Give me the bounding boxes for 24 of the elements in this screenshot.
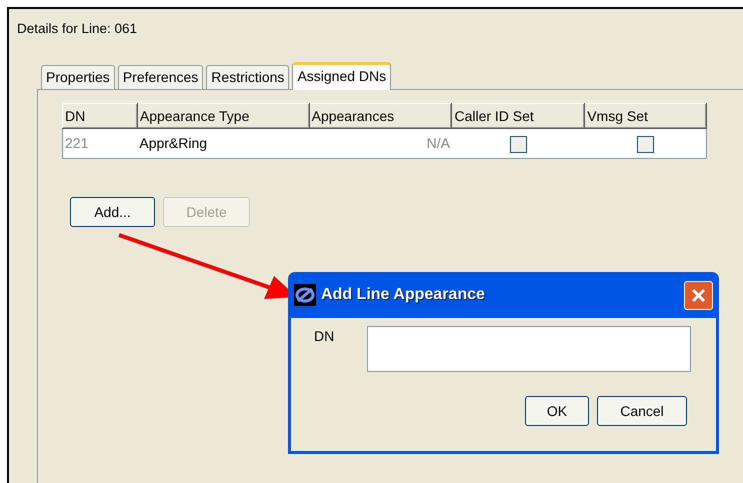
window-title: Details for Line: 061 <box>16 20 138 38</box>
tab[interactable]: Assigned DNs <box>292 62 392 90</box>
column-header[interactable]: Vmsg Set <box>584 104 706 129</box>
checkbox[interactable] <box>636 136 654 154</box>
field-label: DN <box>314 327 336 346</box>
action-button[interactable]: Add... <box>70 197 155 228</box>
table-cell: 221 <box>62 128 138 159</box>
dialog-button[interactable]: OK <box>525 396 589 426</box>
close-button[interactable] <box>684 280 713 310</box>
tab[interactable]: Properties <box>41 65 115 90</box>
close-icon <box>690 286 707 304</box>
column-header[interactable]: Appearance Type <box>137 104 310 129</box>
table-cell: N/A <box>309 128 452 159</box>
dialog-title: Add Line Appearance <box>321 285 486 305</box>
tab[interactable]: Restrictions <box>206 65 290 90</box>
app-icon <box>294 284 316 306</box>
column-header[interactable]: DN <box>62 104 138 129</box>
column-header[interactable]: Appearances <box>309 104 452 129</box>
table-cell: Appr&Ring <box>137 128 310 159</box>
input-field[interactable] <box>366 326 691 372</box>
tab[interactable]: Preferences <box>118 65 204 90</box>
checkbox[interactable] <box>510 136 527 154</box>
dialog-button[interactable]: Cancel <box>597 396 687 426</box>
column-header[interactable]: Caller ID Set <box>452 104 585 129</box>
